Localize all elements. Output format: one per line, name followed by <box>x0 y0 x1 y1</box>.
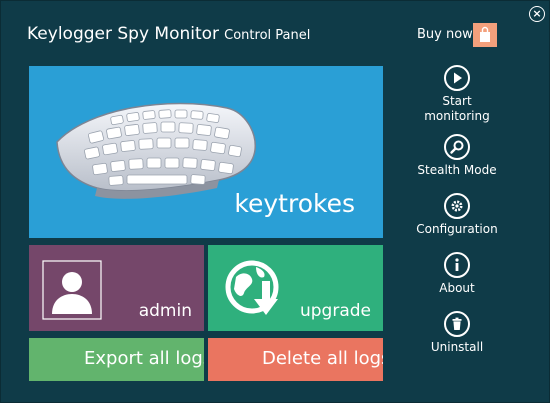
start-monitoring-label-1: Start <box>442 94 472 108</box>
export-label: Export all logs <box>84 348 204 369</box>
keystrokes-tile[interactable]: keytrokes <box>29 66 383 238</box>
buy-now-link[interactable]: Buy now <box>417 27 473 42</box>
close-icon: × <box>532 7 542 20</box>
gear-icon <box>444 193 470 219</box>
upgrade-tile[interactable]: upgrade <box>208 245 383 331</box>
stealth-mode-label: Stealth Mode <box>417 163 497 177</box>
delete-label: Delete all logs <box>262 348 383 369</box>
app-window: Keylogger Spy Monitor Control Panel × Bu… <box>0 0 550 403</box>
stealth-mode-button[interactable]: Stealth Mode <box>407 134 507 178</box>
title-main: Keylogger Spy Monitor <box>27 24 220 44</box>
globe-download-icon <box>225 260 279 315</box>
user-avatar-icon <box>42 260 102 320</box>
window-title: Keylogger Spy Monitor Control Panel <box>27 24 310 44</box>
start-monitoring-label-2: monitoring <box>424 109 490 123</box>
play-icon <box>444 65 470 91</box>
admin-tile[interactable]: admin <box>29 245 204 331</box>
about-button[interactable]: About <box>407 252 507 296</box>
admin-label: admin <box>138 301 192 321</box>
trash-icon <box>444 311 470 337</box>
delete-all-logs-button[interactable]: Delete all logs <box>208 338 383 381</box>
title-sub: Control Panel <box>224 28 311 43</box>
shopping-bag-icon[interactable] <box>473 23 497 47</box>
configuration-label: Configuration <box>416 222 498 236</box>
keystrokes-label: keytrokes <box>234 189 355 218</box>
configuration-button[interactable]: Configuration <box>407 193 507 237</box>
export-all-logs-button[interactable]: Export all logs <box>29 338 204 381</box>
start-monitoring-button[interactable]: Start monitoring <box>407 65 507 124</box>
close-button[interactable]: × <box>529 6 545 22</box>
about-label: About <box>439 281 475 295</box>
uninstall-button[interactable]: Uninstall <box>407 311 507 355</box>
upgrade-label: upgrade <box>299 301 371 321</box>
info-icon <box>444 252 470 278</box>
magnifier-icon <box>444 134 470 160</box>
uninstall-label: Uninstall <box>430 340 484 354</box>
